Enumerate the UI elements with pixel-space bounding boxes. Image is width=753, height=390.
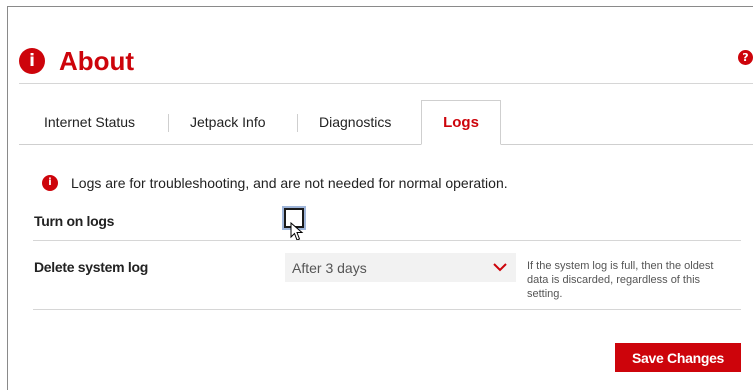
tab-internet-status[interactable]: Internet Status — [44, 100, 135, 144]
tab-divider — [297, 114, 298, 132]
info-icon: i — [42, 175, 58, 191]
delete-system-log-select[interactable]: After 3 days — [285, 253, 516, 282]
page-header: i About — [19, 46, 134, 76]
info-text: Logs are for troubleshooting, and are no… — [71, 175, 508, 191]
tab-bar-baseline — [19, 144, 753, 145]
tab-logs[interactable]: Logs — [421, 100, 501, 145]
tab-label: Diagnostics — [319, 114, 392, 130]
row-divider — [33, 309, 741, 310]
turn-on-logs-label: Turn on logs — [34, 213, 115, 229]
row-divider — [33, 240, 741, 241]
info-icon: i — [19, 48, 45, 74]
tab-bar: Internet Status Jetpack Info Diagnostics… — [19, 100, 753, 145]
chevron-down-icon — [493, 263, 507, 272]
header-divider — [19, 83, 753, 84]
select-value: After 3 days — [292, 260, 367, 276]
tab-label: Jetpack Info — [190, 114, 266, 130]
mouse-cursor-icon — [290, 222, 304, 241]
tab-label: Internet Status — [44, 114, 136, 130]
delete-system-log-label: Delete system log — [34, 259, 148, 275]
page-title: About — [59, 45, 135, 76]
help-icon[interactable]: ? — [738, 50, 753, 65]
delete-system-log-hint: If the system log is full, then the olde… — [527, 260, 714, 300]
info-message: i Logs are for troubleshooting, and are … — [42, 175, 508, 191]
tab-divider — [168, 114, 169, 132]
tab-jetpack-info[interactable]: Jetpack Info — [190, 100, 266, 144]
save-changes-button[interactable]: Save Changes — [615, 343, 741, 372]
tab-diagnostics[interactable]: Diagnostics — [319, 100, 391, 144]
tab-label: Logs — [443, 114, 479, 131]
